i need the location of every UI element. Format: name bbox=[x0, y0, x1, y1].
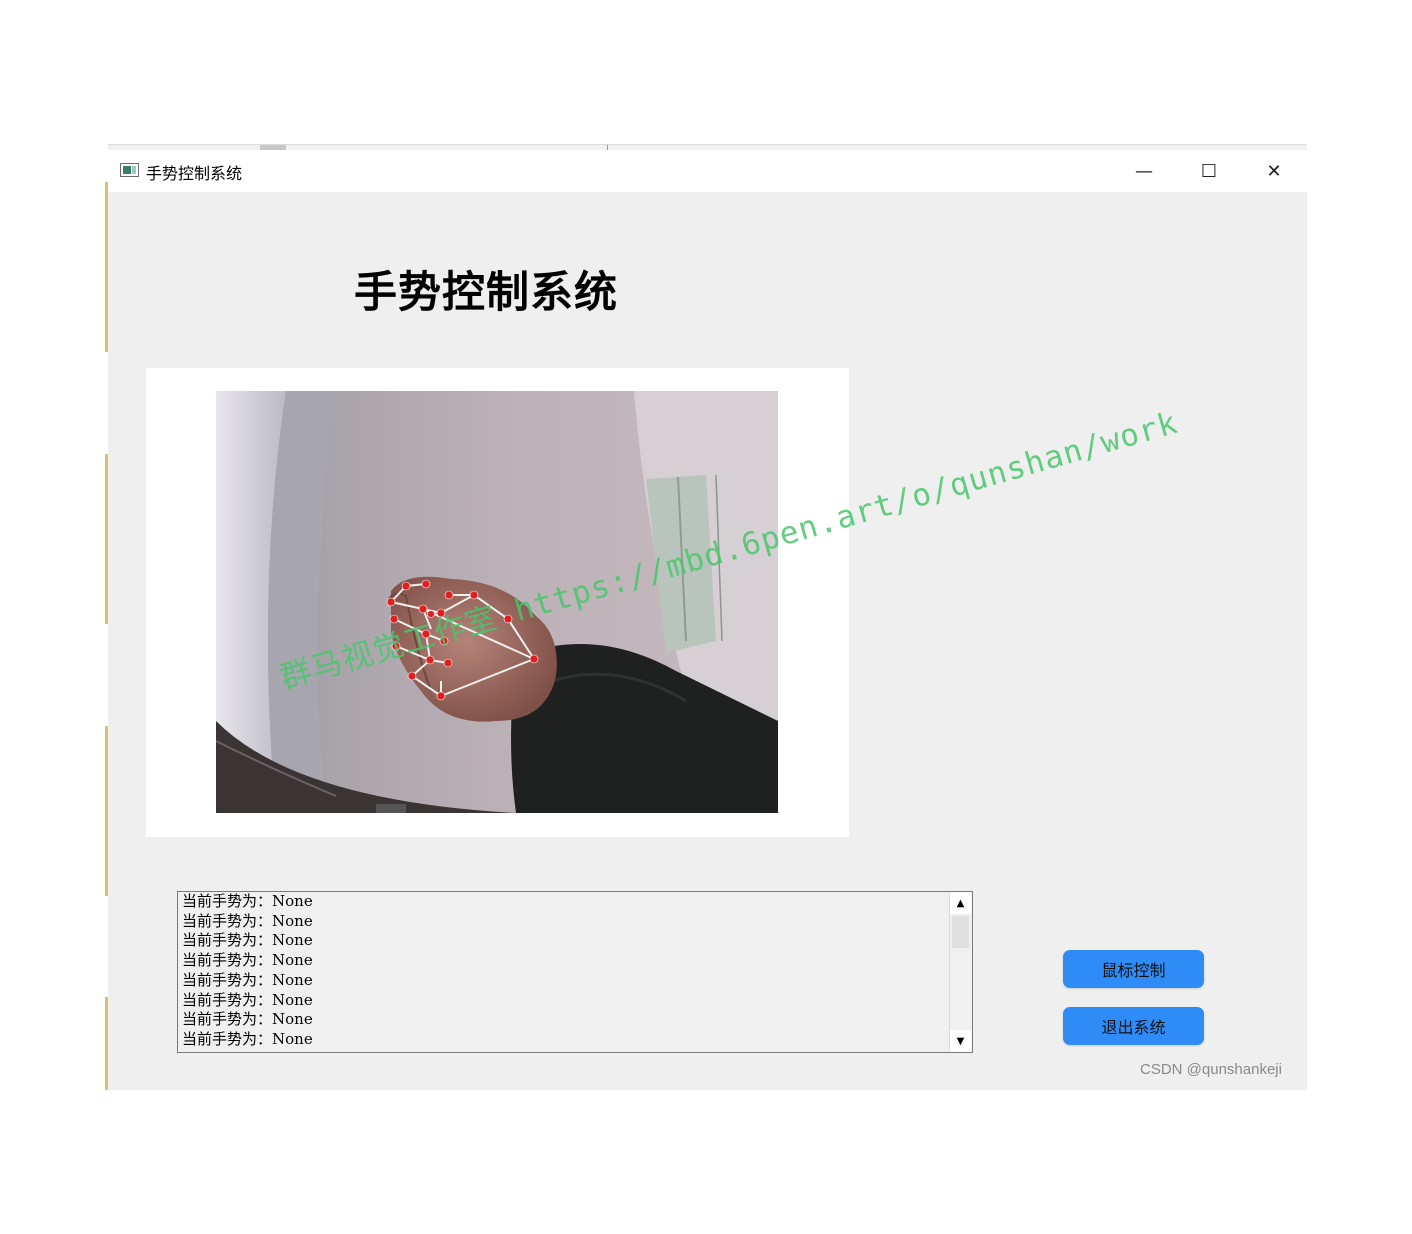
title-bar[interactable]: 手势控制系统 — ☐ ✕ bbox=[108, 150, 1307, 192]
app-window: 手势控制系统 — ☐ ✕ 手势控制系统 当前手势为：None 当前手势为：Non… bbox=[108, 150, 1307, 1090]
scroll-down-button[interactable]: ▼ bbox=[950, 1030, 971, 1052]
mouse-control-button[interactable]: 鼠标控制 bbox=[1063, 950, 1204, 988]
gesture-log[interactable]: 当前手势为：None 当前手势为：None 当前手势为：None 当前手势为：N… bbox=[177, 891, 973, 1053]
app-window-icon bbox=[120, 163, 139, 177]
log-line: 当前手势为：None bbox=[182, 931, 313, 950]
log-scrollbar[interactable]: ▲ ▼ bbox=[949, 892, 972, 1052]
log-lines: 当前手势为：None 当前手势为：None 当前手势为：None 当前手势为：N… bbox=[182, 892, 313, 1050]
log-line: 当前手势为：None bbox=[182, 990, 313, 1009]
log-line: 当前手势为：None bbox=[182, 892, 313, 910]
log-line: 当前手势为：None bbox=[182, 951, 313, 970]
scroll-thumb[interactable] bbox=[952, 916, 969, 948]
log-line: 当前手势为：None bbox=[182, 970, 313, 989]
arrow-down-icon: ▼ bbox=[956, 1035, 965, 1047]
csdn-credit: CSDN @qunshankeji bbox=[1140, 1061, 1282, 1078]
arrow-up-icon: ▲ bbox=[956, 897, 965, 909]
close-icon: ✕ bbox=[1266, 160, 1282, 182]
scroll-up-button[interactable]: ▲ bbox=[950, 892, 971, 914]
close-button[interactable]: ✕ bbox=[1241, 150, 1307, 192]
minimize-button[interactable]: — bbox=[1111, 150, 1177, 192]
log-line: 当前手势为：None bbox=[182, 1029, 313, 1048]
minimize-icon: — bbox=[1135, 160, 1153, 182]
log-line: 当前手势为：None bbox=[182, 911, 313, 930]
window-title: 手势控制系统 bbox=[146, 164, 243, 183]
maximize-button[interactable]: ☐ bbox=[1176, 150, 1242, 192]
log-line: 当前手势为：None bbox=[182, 1010, 313, 1029]
exit-system-button[interactable]: 退出系统 bbox=[1063, 1007, 1204, 1045]
page-title: 手势控制系统 bbox=[354, 268, 618, 318]
maximize-icon: ☐ bbox=[1200, 160, 1218, 182]
